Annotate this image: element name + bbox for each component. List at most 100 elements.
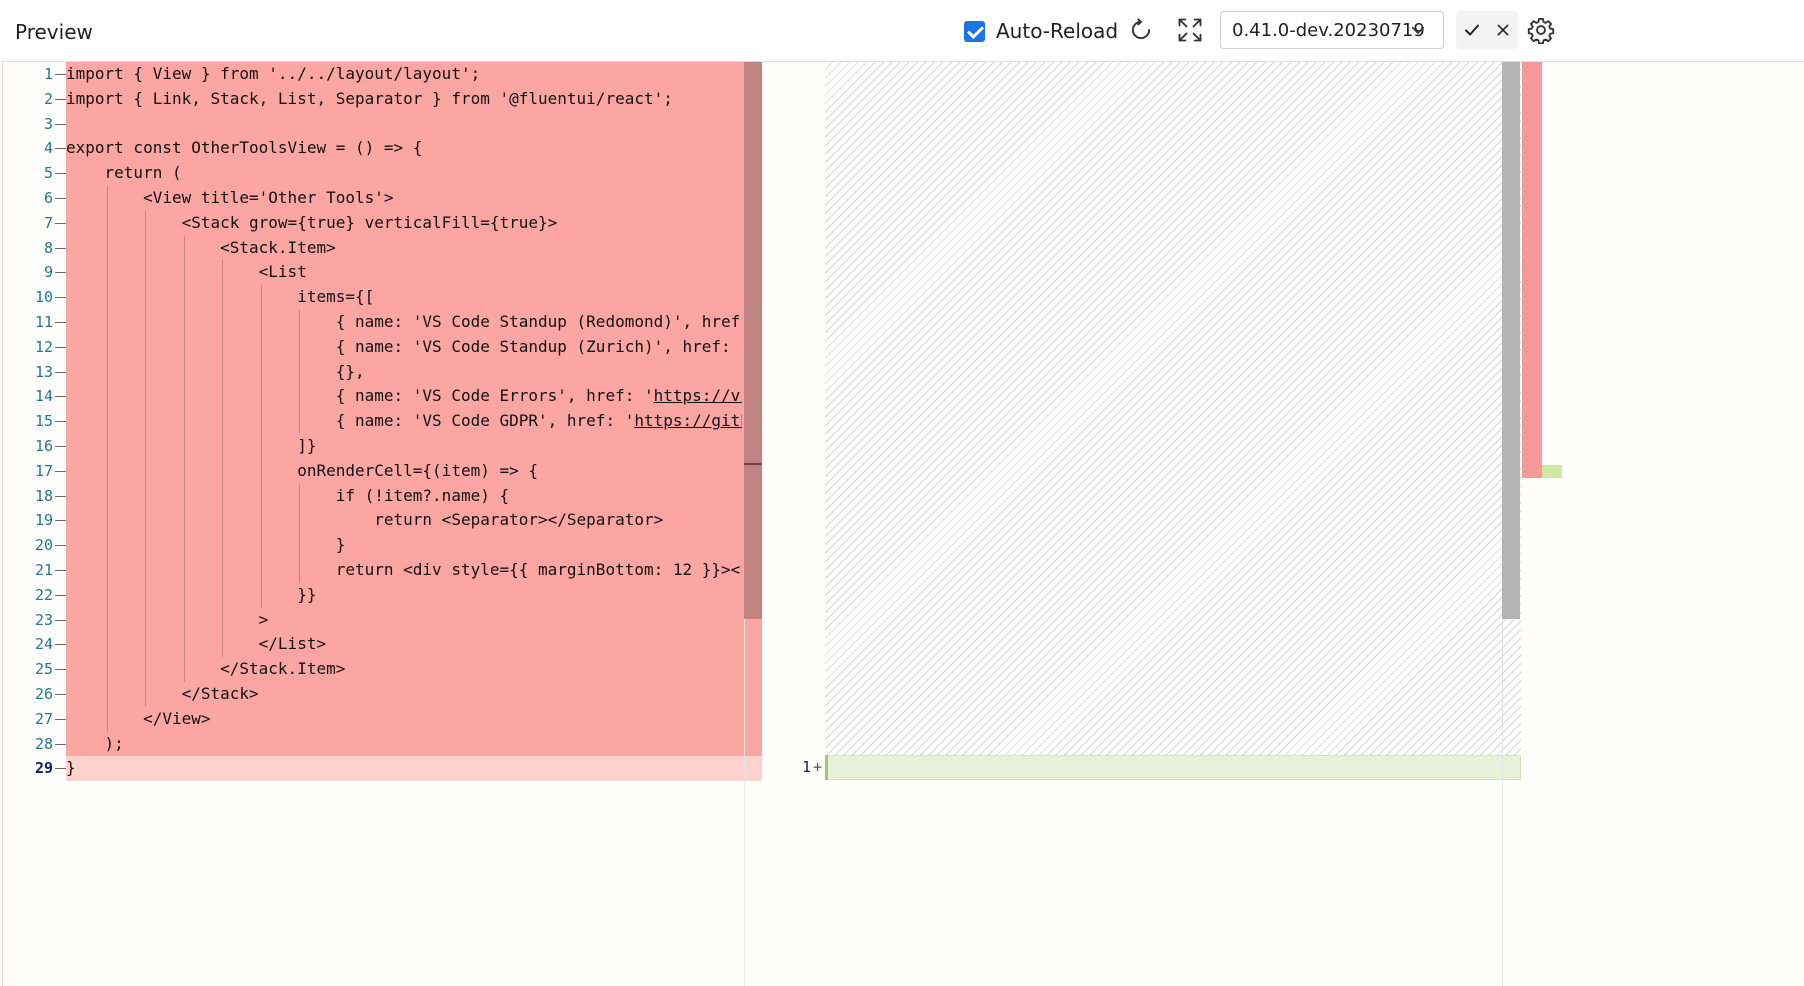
- overview-ruler-added: [1542, 465, 1562, 478]
- code-line[interactable]: 26 </Stack>: [3, 682, 763, 707]
- overview-ruler-removed: [1522, 62, 1542, 478]
- removed-line-marker: [55, 594, 66, 596]
- code-line[interactable]: 7 <Stack grow={true} verticalFill={true}…: [3, 210, 763, 236]
- code-line[interactable]: 18 if (!item?.name) {: [3, 483, 763, 509]
- accept-discard-group: [1456, 11, 1518, 49]
- code-line[interactable]: 6 <View title='Other Tools'>: [3, 186, 763, 211]
- fullscreen-button[interactable]: [1170, 10, 1210, 50]
- added-line[interactable]: [825, 755, 1521, 780]
- preview-header: Preview Auto-Reload 0.41.0-dev.20230719: [0, 0, 1804, 62]
- code-line[interactable]: 24 </List>: [3, 632, 763, 658]
- code-line[interactable]: 10 items={[: [3, 285, 763, 310]
- removed-line-marker: [55, 247, 66, 249]
- code-line[interactable]: 8 <Stack.Item>: [3, 235, 763, 261]
- version-select-value: 0.41.0-dev.20230719: [1232, 19, 1425, 41]
- code-text: onRenderCell={(item) => {: [66, 460, 539, 480]
- modified-editor[interactable]: 1 +: [763, 62, 1804, 986]
- auto-reload-toggle[interactable]: Auto-Reload: [964, 18, 1118, 44]
- version-select[interactable]: 0.41.0-dev.20230719: [1220, 11, 1444, 49]
- code-line[interactable]: 23 >: [3, 607, 763, 633]
- removed-line-marker: [55, 297, 66, 299]
- removed-line-marker: [55, 470, 66, 472]
- scrollbar-cursor-marker: [744, 463, 762, 465]
- line-number: 4: [43, 139, 53, 158]
- code-text: <Stack grow={true} verticalFill={true}>: [66, 212, 558, 232]
- original-editor[interactable]: 1 import { View } from '../../layout/layo…: [3, 62, 763, 862]
- line-number: 6: [43, 189, 53, 207]
- removed-line-marker: [55, 74, 66, 75]
- code-line[interactable]: 4 export const OtherToolsView = () => {: [3, 136, 763, 162]
- code-text: { name: 'VS Code GDPR', href: 'https://g…: [66, 409, 742, 434]
- removed-line-marker: [55, 98, 66, 100]
- code-line[interactable]: 12 { name: 'VS Code Standup (Zurich)', h…: [3, 334, 763, 360]
- code-text: if (!item?.name) {: [66, 485, 510, 505]
- code-line[interactable]: 13 {},: [3, 359, 763, 385]
- code-line[interactable]: 14 { name: 'VS Code Errors', href: 'http…: [3, 384, 763, 410]
- code-line[interactable]: 11 { name: 'VS Code Standup (Redomond)',…: [3, 310, 763, 335]
- indent-guide: [106, 186, 108, 732]
- removed-line-marker: [55, 322, 66, 323]
- code-line[interactable]: 1 import { View } from '../../layout/layo…: [3, 62, 763, 87]
- code-line[interactable]: 22 }}: [3, 582, 763, 608]
- line-number: 17: [34, 461, 53, 480]
- code-line[interactable]: 5 return (: [3, 161, 763, 186]
- code-line[interactable]: 17 onRenderCell={(item) => {: [3, 458, 763, 484]
- line-number: 13: [34, 362, 53, 381]
- code-line[interactable]: 20 }: [3, 533, 763, 558]
- gear-icon: [1527, 17, 1555, 44]
- removed-line-marker: [55, 123, 66, 125]
- settings-button[interactable]: [1521, 10, 1561, 50]
- removed-line-marker: [55, 545, 66, 547]
- close-icon: [1497, 24, 1508, 36]
- code-line[interactable]: 29}: [3, 756, 763, 782]
- code-text: return <Separator></Separator>: [66, 510, 664, 530]
- line-number: 1: [43, 65, 53, 83]
- modified-editor-scrollbar[interactable]: [1502, 62, 1520, 619]
- removed-line-marker: [55, 495, 66, 497]
- reload-icon: [1131, 18, 1151, 40]
- removed-line-marker: [55, 694, 66, 695]
- auto-reload-label[interactable]: Auto-Reload: [996, 19, 1118, 43]
- url-link[interactable]: https://github.com/microsoft/vscode-gdpr…: [634, 411, 742, 430]
- line-number: 29: [34, 759, 53, 778]
- url-link[interactable]: https://vscode-errors.azurewebsites.net: [654, 386, 742, 405]
- removed-line-marker: [55, 570, 66, 571]
- code-line[interactable]: 9 <List: [3, 260, 763, 286]
- line-number: 27: [34, 709, 53, 728]
- line-number: 24: [34, 635, 53, 654]
- code-line[interactable]: 25 </Stack.Item>: [3, 657, 763, 682]
- fullscreen-icon: [1178, 18, 1202, 42]
- reload-button[interactable]: [1121, 10, 1161, 50]
- accept-button[interactable]: [1456, 11, 1487, 49]
- code-line[interactable]: 21 return <div style={{ marginBottom: 12…: [3, 558, 763, 583]
- code-text: export const OtherToolsView = () => {: [66, 138, 423, 158]
- removed-line-marker: [55, 148, 66, 150]
- line-number: 11: [34, 313, 53, 331]
- code-line[interactable]: 2 import { Link, Stack, List, Separator }…: [3, 86, 763, 112]
- original-editor-scrollbar[interactable]: [744, 62, 762, 619]
- indent-guide: [299, 483, 301, 583]
- indent-guide: [299, 310, 301, 434]
- check-icon: [1464, 24, 1479, 36]
- code-line[interactable]: 28 );: [3, 731, 763, 757]
- code-line[interactable]: 19 return <Separator></Separator>: [3, 508, 763, 534]
- code-line[interactable]: 16 ]}: [3, 434, 763, 459]
- line-number: 3: [43, 114, 53, 133]
- removed-line-marker: [55, 346, 66, 348]
- diff-editor: 1 import { View } from '../../layout/layo…: [2, 61, 1804, 986]
- line-number: 14: [34, 387, 53, 406]
- code-line[interactable]: 15 { name: 'VS Code GDPR', href: 'https:…: [3, 409, 763, 434]
- discard-button[interactable]: [1487, 11, 1518, 49]
- code-line[interactable]: 3: [3, 111, 763, 137]
- removed-line-marker: [55, 446, 66, 447]
- removed-line-marker: [55, 718, 66, 720]
- code-text: { name: 'VS Code Standup (Zurich)', href…: [66, 336, 742, 356]
- code-text: import { View } from '../../layout/layou…: [66, 64, 481, 83]
- code-text: </View>: [66, 708, 211, 728]
- code-text: import { Link, Stack, List, Separator } …: [66, 88, 673, 108]
- editor-divider: [744, 619, 745, 986]
- auto-reload-checkbox[interactable]: [964, 20, 985, 42]
- diff-placeholder-hatch: [825, 62, 1521, 755]
- line-number: 28: [34, 734, 53, 753]
- code-line[interactable]: 27 </View>: [3, 706, 763, 732]
